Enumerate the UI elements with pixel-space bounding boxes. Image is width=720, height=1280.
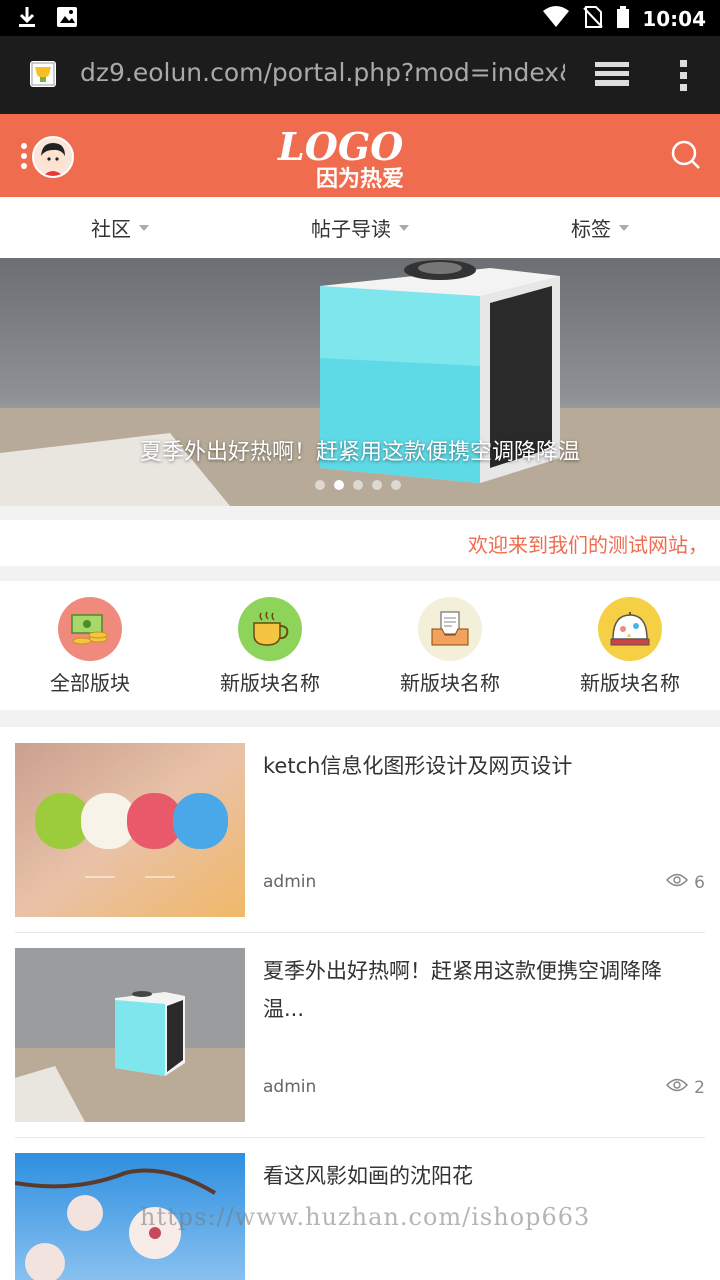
slider-dot-active[interactable] <box>334 480 344 490</box>
article-author: admin <box>263 872 317 892</box>
forum-label: 新版块名称 <box>220 671 320 695</box>
article-author: admin <box>263 1077 317 1097</box>
chevron-down-icon <box>619 224 629 231</box>
slider-dot[interactable] <box>353 480 363 490</box>
nav-item-label: 标签 <box>571 217 611 241</box>
avatar[interactable] <box>32 136 74 178</box>
view-count-value: 6 <box>694 872 705 893</box>
article-list: ketch信息化图形设计及网页设计 admin 6 夏季外出好热啊！赶紧用这款便… <box>0 727 720 1280</box>
hero-slider[interactable]: 夏季外出好热啊！赶紧用这款便携空调降降温 <box>0 258 720 506</box>
forum-item-new-3[interactable]: 新版块名称 <box>540 581 720 710</box>
slider-dot[interactable] <box>315 480 325 490</box>
view-count-value: 2 <box>694 1077 705 1098</box>
forum-label: 新版块名称 <box>400 671 500 695</box>
snow-globe-icon <box>598 597 662 661</box>
nav-item-label: 社区 <box>91 217 131 241</box>
nav-item-tags[interactable]: 标签 <box>480 197 720 258</box>
icons-banner-thumbnail <box>15 743 245 917</box>
coffee-cup-icon <box>238 597 302 661</box>
logo-text: LOGO <box>277 124 403 169</box>
article-title: ketch信息化图形设计及网页设计 <box>263 754 573 778</box>
site-logo[interactable]: LOGO 因为热爱 <box>270 122 450 192</box>
forum-label: 全部版块 <box>50 671 130 695</box>
category-nav: 社区 帖子导读 标签 <box>0 197 720 259</box>
eye-icon <box>666 872 689 893</box>
browser-url-bar: dz9.eolun.com/portal.php?mod=index&mobil… <box>0 36 720 114</box>
clock: 10:04 <box>642 7 706 31</box>
nav-item-guide[interactable]: 帖子导读 <box>240 197 480 258</box>
nav-item-community[interactable]: 社区 <box>0 197 240 258</box>
forum-item-all[interactable]: 全部版块 <box>0 581 180 710</box>
forum-shortcuts: 全部版块 新版块名称 新版块名称 新版块名称 <box>0 581 720 710</box>
logo-subtext: 因为热爱 <box>316 166 404 192</box>
wifi-icon <box>542 5 570 33</box>
image-icon <box>56 6 78 32</box>
forum-item-new-1[interactable]: 新版块名称 <box>180 581 360 710</box>
view-count: 6 <box>666 872 705 893</box>
forum-item-new-2[interactable]: 新版块名称 <box>360 581 540 710</box>
list-item[interactable]: 夏季外出好热啊！赶紧用这款便携空调降降温... admin 2 <box>15 932 705 1122</box>
watermark: https://www.huzhan.com/ishop663 <box>140 1203 591 1231</box>
search-icon[interactable] <box>670 139 702 175</box>
article-title: 夏季外出好热啊！赶紧用这款便携空调降降温... <box>263 959 662 1021</box>
tabs-icon[interactable] <box>593 60 631 94</box>
slider-dot[interactable] <box>372 480 382 490</box>
view-count: 2 <box>666 1077 705 1098</box>
hero-image <box>0 260 720 506</box>
overflow-menu-icon[interactable] <box>678 58 690 96</box>
portable-ac-thumbnail <box>15 948 245 1122</box>
list-item[interactable]: ketch信息化图形设计及网页设计 admin 6 <box>15 727 705 917</box>
no-sim-icon <box>582 5 604 33</box>
chevron-down-icon <box>139 224 149 231</box>
nav-item-label: 帖子导读 <box>311 217 391 241</box>
article-title: 看这风影如画的沈阳花 <box>263 1164 473 1188</box>
slider-indicator <box>315 480 401 490</box>
notice-marquee: 欢迎来到我们的测试网站， <box>0 520 720 566</box>
eye-icon <box>666 1077 689 1098</box>
status-bar: 10:04 <box>0 0 720 36</box>
forum-label: 新版块名称 <box>580 671 680 695</box>
inbox-tray-icon <box>418 597 482 661</box>
hero-caption: 夏季外出好热啊！赶紧用这款便携空调降降温 <box>139 440 580 465</box>
site-header: LOGO 因为热爱 <box>0 114 720 197</box>
url-field[interactable]: dz9.eolun.com/portal.php?mod=index&mobil… <box>80 58 565 92</box>
download-icon <box>16 5 38 33</box>
notice-text: 欢迎来到我们的测试网站， <box>468 533 708 557</box>
favicon-icon <box>30 61 56 87</box>
money-stack-icon <box>58 597 122 661</box>
slider-dot[interactable] <box>391 480 401 490</box>
menu-dots-icon[interactable] <box>20 142 28 176</box>
battery-icon <box>616 5 630 33</box>
chevron-down-icon <box>399 224 409 231</box>
